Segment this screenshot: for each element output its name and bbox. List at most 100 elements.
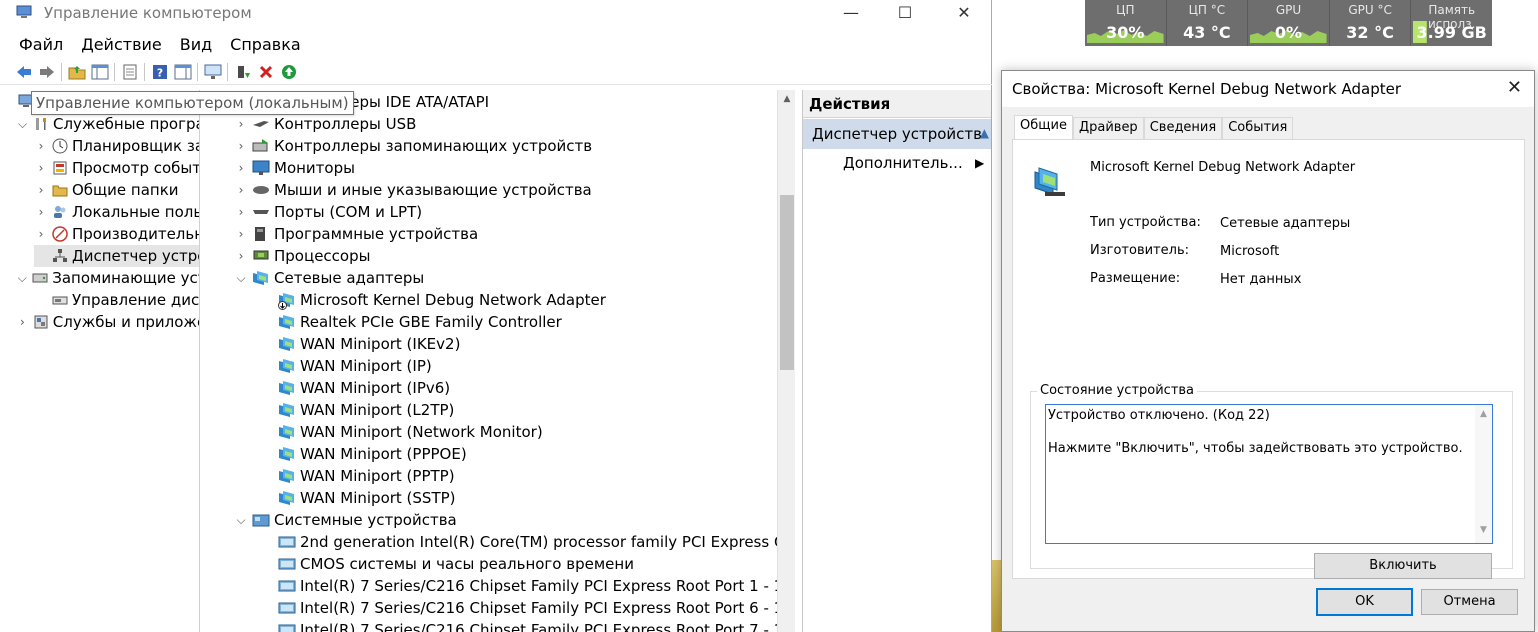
chevron-down-icon[interactable]: ⌵ (16, 117, 29, 132)
nav-item[interactable]: ⌵ Служебные програм (16, 113, 199, 135)
device-category[interactable]: › Мониторы (234, 157, 355, 179)
device-item[interactable]: Intel(R) 7 Series/C216 Chipset Family PC… (274, 619, 777, 632)
nav-item[interactable]: Диспетчер устрой (34, 245, 199, 267)
system-device-icon (278, 534, 296, 550)
collapse-arrow-icon[interactable]: ▲ (980, 126, 989, 140)
device-item[interactable]: WAN Miniport (SSTP) (274, 487, 456, 509)
submenu-arrow-icon[interactable]: ▶ (975, 156, 984, 170)
show-action-pane-icon[interactable] (171, 61, 194, 83)
nav-item[interactable]: › Просмотр событи (34, 157, 199, 179)
nav-item[interactable]: › Локальные польз (34, 201, 199, 223)
nav-item[interactable]: › Общие папки (34, 179, 199, 201)
enable-device-icon[interactable] (277, 61, 300, 83)
toolbar-separator (227, 62, 228, 81)
chevron-down-icon[interactable]: ⌵ (234, 513, 248, 528)
device-item[interactable]: WAN Miniport (L2TP) (274, 399, 454, 421)
device-item[interactable]: Microsoft Kernel Debug Network Adapter (274, 289, 606, 311)
chevron-right-icon[interactable]: › (234, 249, 248, 263)
chevron-right-icon[interactable]: › (234, 161, 248, 175)
dialog-close-icon[interactable]: ✕ (1507, 77, 1522, 98)
chevron-down-icon[interactable]: ⌵ (234, 271, 248, 286)
device-item[interactable]: WAN Miniport (IPv6) (274, 377, 450, 399)
system-device-icon (278, 556, 296, 572)
device-category[interactable]: › Процессоры (234, 245, 371, 267)
scroll-up-arrow[interactable]: ▲ (778, 90, 796, 108)
chevron-right-icon[interactable]: › (34, 183, 48, 197)
scroll-down-arrow[interactable]: ▼ (1475, 525, 1492, 535)
nav-item[interactable]: Управление диска (34, 289, 199, 311)
show-tree-icon[interactable] (88, 61, 111, 83)
tab-driver[interactable]: Драйвер (1072, 117, 1144, 139)
device-item[interactable]: Intel(R) 7 Series/C216 Chipset Family PC… (274, 575, 777, 597)
enable-button[interactable]: Включить (1314, 553, 1492, 579)
uninstall-icon[interactable] (254, 61, 277, 83)
device-label: Контроллеры USB (274, 115, 417, 133)
device-item[interactable]: 2nd generation Intel(R) Core(TM) process… (274, 531, 777, 553)
tab-details[interactable]: Сведения (1143, 117, 1223, 139)
device-category[interactable]: ⌵ Сетевые адаптеры (234, 267, 424, 289)
chevron-right-icon[interactable]: › (34, 205, 48, 219)
device-category[interactable]: › Мыши и иные указывающие устройства (234, 179, 592, 201)
device-item[interactable]: CMOS системы и часы реального времени (274, 553, 634, 575)
ok-button[interactable]: OK (1316, 588, 1413, 616)
chevron-right-icon[interactable]: › (34, 227, 48, 241)
software-device-icon (252, 226, 270, 242)
device-tree-scrollbar[interactable]: ▲ (777, 90, 795, 632)
actions-more[interactable]: Дополнитель... (843, 154, 963, 172)
status-scrollbar[interactable]: ▲ ▼ (1475, 405, 1492, 543)
close-button[interactable]: ✕ (941, 0, 987, 28)
chevron-right-icon[interactable]: › (234, 117, 248, 131)
chevron-right-icon[interactable]: › (234, 183, 248, 197)
device-category[interactable]: › Порты (COM и LPT) (234, 201, 423, 223)
nav-item[interactable]: ⌵ Запоминающие устр (16, 267, 199, 289)
nav-item[interactable]: › Планировщик зад (34, 135, 199, 157)
device-item[interactable]: Intel(R) 7 Series/C216 Chipset Family PC… (274, 597, 777, 619)
help-icon[interactable]: ? (148, 61, 171, 83)
device-item[interactable]: Realtek PCIe GBE Family Controller (274, 311, 562, 333)
device-item[interactable]: WAN Miniport (Network Monitor) (274, 421, 543, 443)
properties-icon[interactable] (118, 61, 141, 83)
tab-events[interactable]: События (1222, 117, 1294, 139)
menu-help[interactable]: Справка (221, 33, 310, 57)
chevron-right-icon[interactable]: › (234, 205, 248, 219)
menu-action[interactable]: Действие (72, 33, 171, 57)
chevron-right-icon[interactable]: › (234, 139, 248, 153)
monitor-cell: GPU 0% (1248, 0, 1330, 46)
device-label: WAN Miniport (IPv6) (300, 379, 451, 397)
actions-device-manager[interactable]: Диспетчер устройств ▲ (803, 119, 991, 149)
minimize-button[interactable]: — (828, 0, 874, 28)
device-item[interactable]: WAN Miniport (PPPOE) (274, 443, 467, 465)
scroll-up-arrow[interactable]: ▲ (1475, 409, 1492, 419)
tab-general[interactable]: Общие (1014, 115, 1073, 139)
update-driver-icon[interactable] (231, 61, 254, 83)
device-category[interactable]: › Программные устройства (234, 223, 479, 245)
chevron-right-icon[interactable]: › (16, 315, 29, 329)
menu-file[interactable]: Файл (0, 33, 72, 57)
back-icon[interactable] (12, 61, 35, 83)
device-item[interactable]: WAN Miniport (PPTP) (274, 465, 455, 487)
device-item[interactable]: WAN Miniport (IKEv2) (274, 333, 460, 355)
chevron-right-icon[interactable]: › (34, 139, 48, 153)
nav-item[interactable]: › Службы и приложен (16, 311, 199, 333)
title-bar: Управление компьютером — ☐ ✕ (0, 0, 992, 28)
maximize-button[interactable]: ☐ (882, 0, 928, 28)
nav-item[interactable]: › Производительн (34, 223, 199, 245)
device-category[interactable]: › Контроллеры запоминающих устройств (234, 135, 593, 157)
up-folder-icon[interactable] (65, 61, 88, 83)
chevron-right-icon[interactable]: › (34, 161, 48, 175)
device-status-textbox[interactable]: Устройство отключено. (Код 22) Нажмите "… (1045, 404, 1493, 544)
chevron-down-icon[interactable]: ⌵ (16, 271, 28, 286)
forward-icon[interactable] (35, 61, 58, 83)
device-label: WAN Miniport (Network Monitor) (300, 423, 543, 441)
monitor-icon[interactable] (201, 61, 224, 83)
scroll-thumb[interactable] (780, 195, 794, 370)
device-category[interactable]: › Контроллеры USB (234, 113, 417, 135)
device-category[interactable]: ⌵ Системные устройства (234, 509, 456, 531)
device-label: WAN Miniport (L2TP) (300, 401, 455, 419)
chevron-right-icon[interactable]: › (234, 227, 248, 241)
menu-view[interactable]: Вид (171, 33, 221, 57)
device-item[interactable]: WAN Miniport (IP) (274, 355, 432, 377)
cancel-button[interactable]: Отмена (1421, 589, 1518, 615)
svg-text:?: ? (156, 66, 162, 79)
device-label: WAN Miniport (IP) (300, 357, 432, 375)
